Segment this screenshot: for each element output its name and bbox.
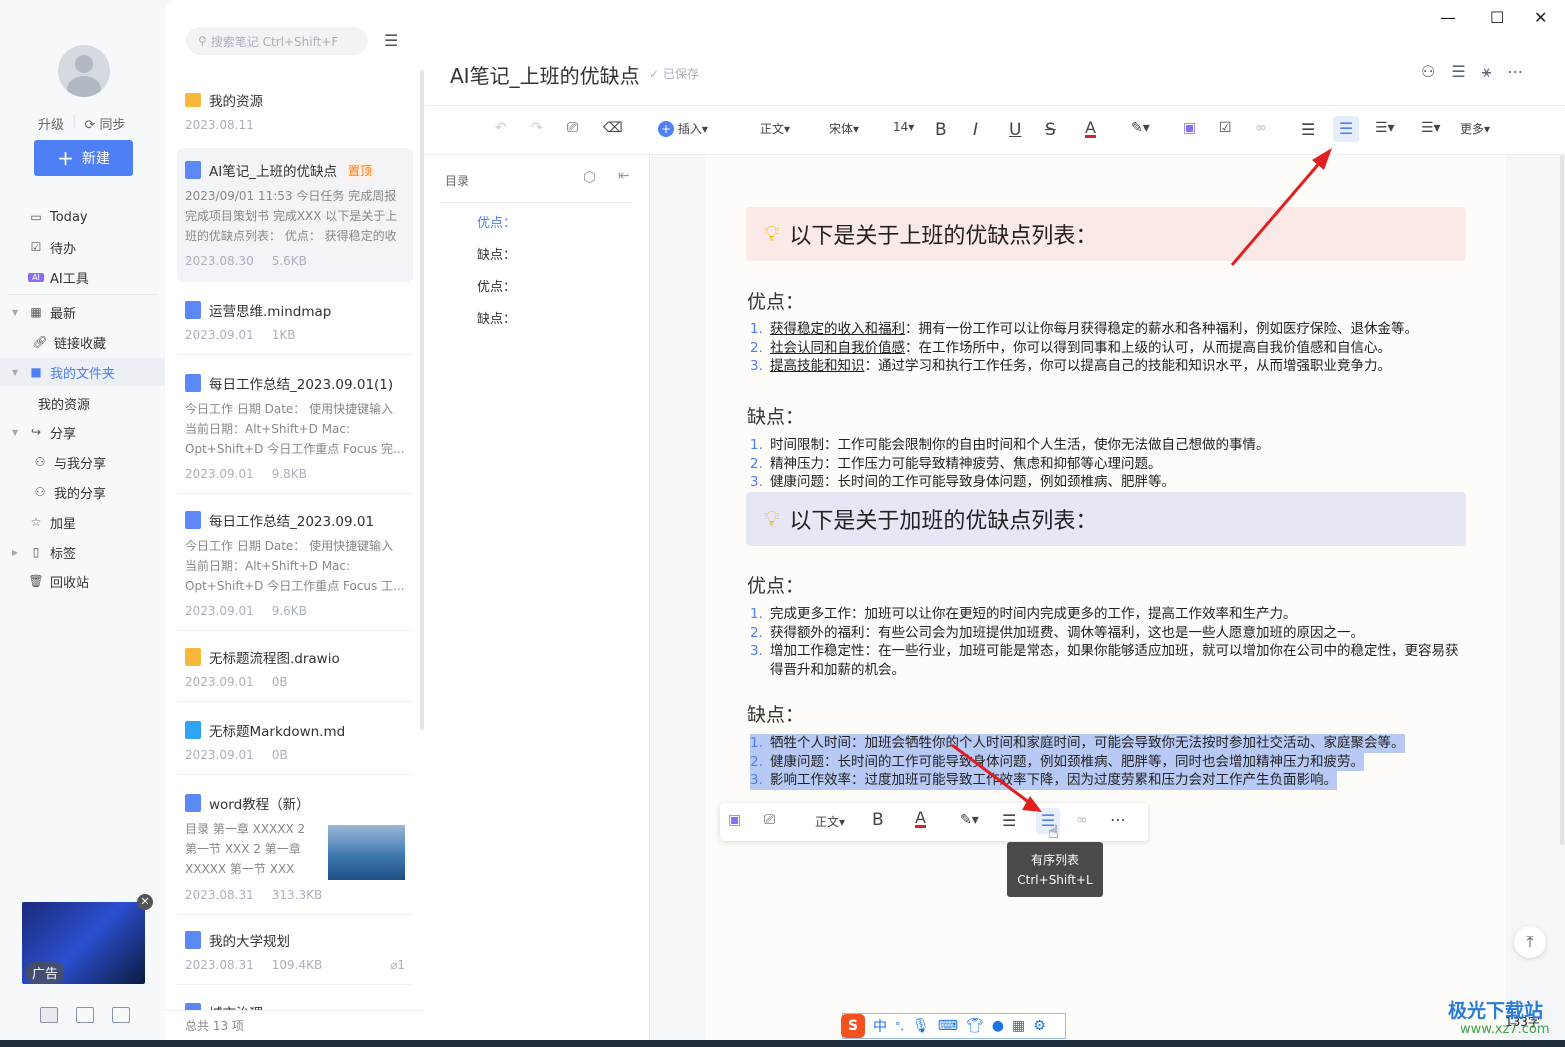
hand-cursor-icon: ☝︎ (1048, 822, 1059, 843)
watermark-logo: 极光下载站 (1448, 996, 1543, 1023)
microphone-icon[interactable]: 🎙︎ (912, 1018, 930, 1034)
skin-icon[interactable]: 👕︎ (966, 1018, 984, 1034)
red-arrow (1230, 148, 1332, 266)
annotation-arrows (951, 148, 1332, 812)
emoji-icon[interactable]: ● (992, 1018, 1004, 1034)
ime-punctuation[interactable]: °, (895, 1020, 904, 1033)
taskbar (0, 1040, 1565, 1047)
ime-mode[interactable]: 中 (873, 1016, 887, 1036)
settings-icon[interactable]: ⚙ (1033, 1018, 1046, 1034)
watermark-name: 极光下载站 (1448, 1000, 1544, 1022)
apps-icon[interactable]: ▦ (1012, 1018, 1025, 1034)
red-arrow (951, 743, 1042, 812)
sogou-logo-icon: S (841, 1014, 865, 1038)
watermark-url: www.xz7.com (1460, 1022, 1550, 1037)
keyboard-icon[interactable]: ⌨ (938, 1018, 958, 1034)
ime-toolbar[interactable]: S 中 °, 🎙︎ ⌨ 👕︎ ● ▦ ⚙ (841, 1013, 1066, 1039)
